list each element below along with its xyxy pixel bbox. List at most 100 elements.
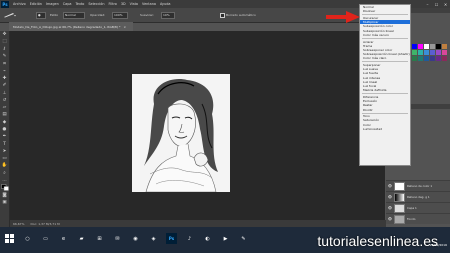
marquee-tool-icon[interactable]: ⬚ [0,38,9,45]
visibility-eye-icon[interactable]: 👁 [386,184,394,188]
layer-thumbnail [394,181,405,191]
photoshop-taskbar-icon[interactable]: Ps [166,233,177,244]
app-icon[interactable]: ♪ [184,233,195,244]
mail-icon[interactable]: ✉ [112,233,123,244]
screen-mode-icon[interactable]: ▣ [0,199,9,206]
style-label: Estilo [50,13,59,17]
clock-date: 28/09/2016 [429,243,447,247]
store-icon[interactable]: ⊞ [94,233,105,244]
file-explorer-icon[interactable]: ▰ [76,233,87,244]
document-tab[interactable]: Modelo_De_Foto_A_Dibujo.jpg al 66,7% (Re… [9,22,133,31]
opacity-value: 100% [112,11,128,19]
layer-row[interactable]: 👁 Relleno de color 1 [386,180,450,191]
move-tool-icon[interactable]: ✥ [0,31,9,38]
close-button[interactable]: ✕ [441,0,450,8]
red-arrow-icon [326,11,360,23]
dodge-tool-icon[interactable]: ● [0,126,9,133]
menu-capa[interactable]: Capa [61,2,74,6]
windows-start-icon[interactable] [4,233,15,244]
quick-mask-icon[interactable]: ◙ [0,192,9,199]
smoothing-label: Suavizar: [140,13,154,17]
blend-option[interactable]: Color más oscuro [360,33,410,37]
layer-name: Capa 1 [407,206,417,210]
app-icon[interactable]: ▶ [220,233,231,244]
eraser-tool-icon[interactable]: ▱ [0,104,9,111]
blur-tool-icon[interactable]: ◆ [0,119,9,126]
visibility-eye-icon[interactable]: 👁 [386,195,394,199]
brush-size-icon[interactable]: ● [36,11,46,19]
menu-archivo[interactable]: Archivo [11,2,28,6]
menu-divider [362,61,408,63]
document-image[interactable] [132,74,230,192]
opacity-label: Opacidad: [90,13,106,17]
watermark-text: tutorialesenlinea.es [317,233,438,249]
lasso-tool-icon[interactable]: ℓ [0,46,9,53]
menu-3d[interactable]: 3D [119,2,128,6]
app-icon[interactable]: ◈ [148,233,159,244]
visibility-eye-icon[interactable]: 👁 [386,217,394,221]
history-brush-icon[interactable]: ↺ [0,97,9,104]
gradient-tool-icon[interactable]: ▤ [0,111,9,118]
type-tool-icon[interactable]: T [0,140,9,147]
checkbox-icon [220,12,225,18]
layer-thumbnail [394,214,405,224]
auto-erase-checkbox[interactable]: Borrado automático [220,12,256,18]
document-title: Modelo_De_Foto_A_Dibujo.jpg al 66,7% (Re… [13,24,121,29]
smoothing-input[interactable]: 10% [161,11,175,19]
healing-tool-icon[interactable]: ✚ [0,75,9,82]
visibility-eye-icon[interactable]: 👁 [386,206,394,210]
stamp-tool-icon[interactable]: ⊥ [0,89,9,96]
brush-tool-preset-icon[interactable] [3,12,17,18]
blend-option[interactable]: Color más claro [360,56,410,60]
system-tray-clock[interactable]: 28/09/2016 [429,243,447,248]
layer-row[interactable]: 👁 Fondo [386,213,450,224]
eyedropper-tool-icon[interactable]: ⌁ [0,67,9,74]
blend-mode-dropdown[interactable]: Normal Disolver Oscurecer Multiplicar Su… [359,4,411,166]
blend-option[interactable]: Luminosidad [360,127,410,131]
edge-browser-icon[interactable]: e [58,233,69,244]
menu-edicion[interactable]: Edición [28,2,44,6]
path-select-tool-icon[interactable]: ➤ [0,148,9,155]
layer-row[interactable]: 👁 Relleno deg. g 1 [386,191,450,202]
style-value: Normal [63,11,85,19]
pen-tool-icon[interactable]: ✒ [0,133,9,140]
minimize-button[interactable]: – [423,0,432,8]
app-icon[interactable]: ◐ [202,233,213,244]
layer-thumbnail [394,203,405,213]
menu-vista[interactable]: Vista [128,2,140,6]
style-select[interactable]: Normal [63,11,85,19]
menu-imagen[interactable]: Imagen [44,2,61,6]
status-bar: 66,67% Doc: 1,37 M/3,71 M [10,220,388,227]
menu-ventana[interactable]: Ventana [140,2,158,6]
zoom-tool-icon[interactable]: ⌕ [0,170,9,177]
tools-panel: ✥ ⬚ ℓ ✎ ⌗ ⌁ ✚ ✐ ⊥ ↺ ▱ ▤ ◆ ● ✒ T ➤ ▭ ✋ ⌕ … [0,31,10,227]
color-swatches-icon[interactable] [0,184,9,192]
menu-ayuda[interactable]: Ayuda [158,2,172,6]
maximize-button[interactable]: ☐ [432,0,441,8]
blend-option[interactable]: Disolver [360,9,410,13]
shape-tool-icon[interactable]: ▭ [0,155,9,162]
blend-option[interactable]: Mezcla definida [360,88,410,92]
search-icon[interactable]: ○ [22,233,33,244]
opacity-input[interactable]: 100% [112,11,128,19]
menu-filtro[interactable]: Filtro [107,2,119,6]
menu-divider [362,37,408,39]
brush-tool-icon[interactable]: ✐ [0,82,9,89]
smoothing-value: 10% [161,11,175,19]
crop-tool-icon[interactable]: ⌗ [0,60,9,67]
close-tab-icon[interactable]: × [123,25,126,29]
app-icon[interactable]: ✎ [238,233,249,244]
hand-tool-icon[interactable]: ✋ [0,162,9,169]
layer-row[interactable]: 👁 Capa 1 [386,202,450,213]
quick-select-tool-icon[interactable]: ✎ [0,53,9,60]
layer-name: Relleno de color 1 [407,184,433,188]
window-controls: – ☐ ✕ [423,0,450,8]
layer-name: Fondo [407,217,416,221]
more-tools-icon[interactable]: … [0,177,9,184]
blend-option[interactable]: Dividir [360,108,410,112]
zoom-level[interactable]: 66,67% [13,222,24,226]
task-view-icon[interactable]: ▭ [40,233,51,244]
chrome-icon[interactable]: ◉ [130,233,141,244]
menu-seleccion[interactable]: Selección [86,2,106,6]
menu-texto[interactable]: Texto [73,2,86,6]
